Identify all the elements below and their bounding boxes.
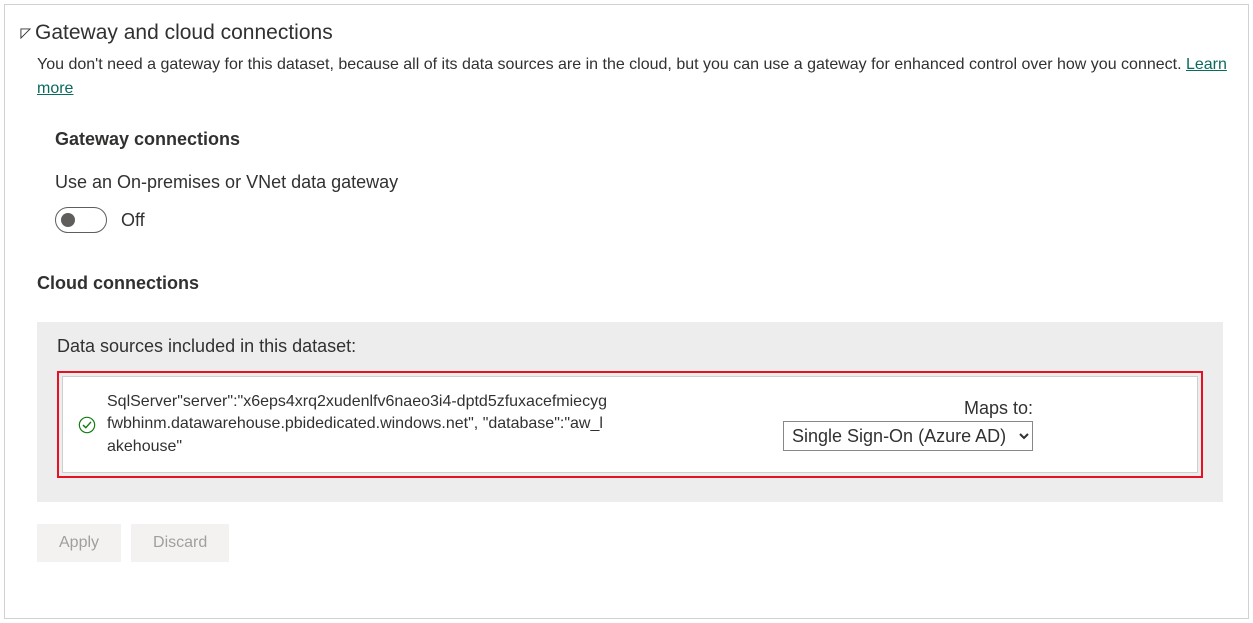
gateway-toggle-state: Off bbox=[121, 210, 145, 231]
toggle-thumb bbox=[61, 213, 75, 227]
maps-to-column: Maps to: Single Sign-On (Azure AD) bbox=[783, 398, 1183, 451]
datasource-row: SqlServer"server":"x6eps4xrq2xudenlfv6na… bbox=[62, 376, 1198, 473]
section-header[interactable]: Gateway and cloud connections bbox=[19, 21, 1234, 45]
gateway-cloud-panel: Gateway and cloud connections You don't … bbox=[4, 4, 1249, 619]
status-ok-icon bbox=[77, 415, 97, 435]
maps-to-select[interactable]: Single Sign-On (Azure AD) bbox=[783, 421, 1033, 451]
gateway-toggle-row: Off bbox=[55, 207, 1234, 233]
cloud-connections-heading: Cloud connections bbox=[37, 273, 1234, 294]
section-description: You don't need a gateway for this datase… bbox=[37, 53, 1227, 101]
collapse-icon bbox=[19, 27, 31, 39]
gateway-toggle[interactable] bbox=[55, 207, 107, 233]
discard-button[interactable]: Discard bbox=[131, 524, 229, 562]
section-title: Gateway and cloud connections bbox=[35, 21, 333, 45]
datasource-box: Data sources included in this dataset: S… bbox=[37, 322, 1223, 502]
button-row: Apply Discard bbox=[37, 524, 1234, 562]
datasource-text: SqlServer"server":"x6eps4xrq2xudenlfv6na… bbox=[107, 391, 607, 458]
gateway-connections-heading: Gateway connections bbox=[55, 129, 1234, 150]
datasource-header: Data sources included in this dataset: bbox=[57, 336, 1203, 357]
maps-to-label: Maps to: bbox=[964, 398, 1033, 419]
apply-button[interactable]: Apply bbox=[37, 524, 121, 562]
datasource-highlight: SqlServer"server":"x6eps4xrq2xudenlfv6na… bbox=[57, 371, 1203, 478]
gateway-toggle-label: Use an On-premises or VNet data gateway bbox=[55, 172, 1234, 193]
description-text: You don't need a gateway for this datase… bbox=[37, 56, 1186, 73]
